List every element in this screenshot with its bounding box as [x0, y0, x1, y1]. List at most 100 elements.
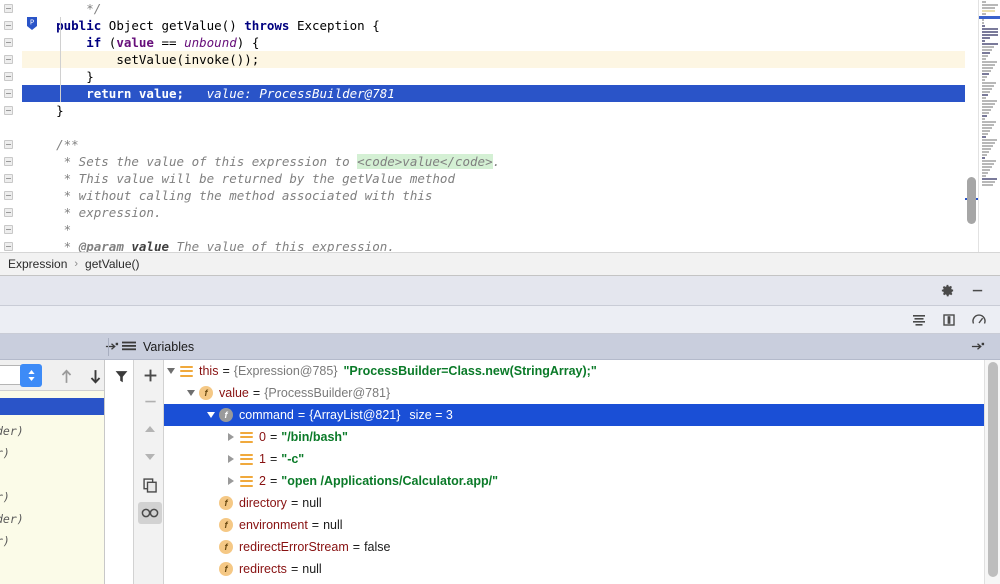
minimap-line [982, 133, 988, 135]
gutter-fold-icon[interactable] [4, 208, 13, 217]
overlapping-popup-panel[interactable]: der) r) r) der) r) [0, 360, 105, 584]
popup-list-item[interactable]: r) [0, 446, 10, 460]
table-row[interactable]: fdirectory=null [164, 492, 984, 514]
popup-list-item[interactable]: r) [0, 534, 10, 548]
arrow-down-icon[interactable] [84, 365, 106, 387]
gutter-fold-icon[interactable] [4, 21, 13, 30]
minimap-line [982, 184, 993, 186]
variables-scrollbar[interactable] [984, 360, 1000, 584]
tab-variables[interactable]: Variables [118, 334, 206, 360]
gutter-fold-icon[interactable] [4, 55, 13, 64]
minimap-line [982, 76, 987, 78]
table-row[interactable]: fvalue={ProcessBuilder@781} [164, 382, 984, 404]
gutter-fold-icon[interactable] [4, 225, 13, 234]
indent-guide [60, 17, 61, 102]
layout-settings-icon[interactable] [908, 309, 930, 331]
memory-gauge-icon[interactable] [968, 309, 990, 331]
code-line[interactable]: * This value will be returned by the get… [22, 170, 965, 187]
code-token: * expression. [56, 205, 161, 220]
chevron-right-icon[interactable] [224, 470, 238, 492]
chevron-down-icon[interactable] [184, 382, 198, 404]
code-line[interactable]: } [22, 102, 965, 119]
code-line[interactable]: * expression. [22, 204, 965, 221]
code-line[interactable]: } [22, 68, 965, 85]
code-line[interactable]: setValue(invoke()); [22, 51, 965, 68]
minimap-line [982, 46, 994, 48]
minimap-line [982, 175, 986, 177]
gutter-fold-icon[interactable] [4, 38, 13, 47]
breadcrumb-leaf[interactable]: getValue() [85, 257, 139, 271]
chevron-down-icon[interactable] [164, 360, 178, 382]
popup-list-item[interactable]: der) [0, 512, 24, 526]
code-editor[interactable]: */ public Object getValue() throws Excep… [0, 0, 1000, 252]
gutter-fold-icon[interactable] [4, 72, 13, 81]
table-row[interactable]: fredirects=null [164, 558, 984, 580]
code-line[interactable]: */ [22, 0, 965, 17]
code-token: setValue(invoke()); [116, 52, 259, 67]
code-token: ) { [237, 35, 260, 50]
code-line[interactable]: * Sets the value of this expression to <… [22, 153, 965, 170]
editor-minimap[interactable] [978, 0, 1000, 252]
code-line[interactable]: public Object getValue() throws Exceptio… [22, 17, 965, 34]
chevron-right-icon[interactable] [224, 448, 238, 470]
debug-toolbar-primary [0, 276, 1000, 306]
pin-tab-icon[interactable] [966, 336, 988, 358]
arrow-up-icon[interactable] [55, 365, 77, 387]
table-row[interactable]: 0="/bin/bash" [164, 426, 984, 448]
minimap-line [982, 7, 995, 9]
editor-gutter[interactable] [0, 0, 22, 252]
variables-tree[interactable]: this={Expression@785}"ProcessBuilder=Cla… [164, 360, 984, 584]
table-row[interactable]: fcommand={ArrayList@821}size = 3 [164, 404, 984, 426]
equals-sign: = [253, 386, 260, 400]
move-up-icon[interactable] [138, 418, 162, 440]
watches-icon[interactable] [138, 502, 162, 524]
gutter-fold-icon[interactable] [4, 157, 13, 166]
code-line[interactable]: if (value == unbound) { [22, 34, 965, 51]
minimize-icon[interactable] [966, 280, 988, 302]
code-line[interactable]: * without calling the method associated … [22, 187, 965, 204]
split-pane-icon[interactable] [938, 309, 960, 331]
editor-scrollbar-thumb[interactable] [967, 177, 976, 224]
move-down-icon[interactable] [138, 446, 162, 468]
gutter-fold-icon[interactable] [4, 242, 13, 251]
gutter-fold-icon[interactable] [4, 89, 13, 98]
minimap-line [982, 100, 997, 102]
gutter-fold-icon[interactable] [4, 106, 13, 115]
code-line[interactable]: return value; value: ProcessBuilder@781 [22, 85, 965, 102]
table-row[interactable]: fredirectErrorStream=false [164, 536, 984, 558]
stepper-updown-icon[interactable] [20, 364, 42, 387]
gutter-fold-icon[interactable] [4, 174, 13, 183]
popup-list-item[interactable]: der) [0, 424, 24, 438]
code-line[interactable]: /** [22, 136, 965, 153]
minimap-line [982, 64, 995, 66]
table-row[interactable]: fenvironment=null [164, 514, 984, 536]
editor-scrollbar[interactable] [965, 0, 978, 252]
variable-name: directory [239, 496, 287, 510]
copy-icon[interactable] [138, 474, 162, 496]
chevron-down-icon[interactable] [204, 404, 218, 426]
table-row[interactable]: 2="open /Applications/Calculator.app/" [164, 470, 984, 492]
table-row[interactable]: 1="-c" [164, 448, 984, 470]
gear-icon[interactable] [936, 280, 958, 302]
bookmark-marker[interactable]: P [27, 17, 37, 30]
filter-funnel-icon[interactable] [110, 365, 132, 387]
minimap-line [982, 118, 985, 120]
breadcrumb-root[interactable]: Expression [8, 257, 67, 271]
code-line[interactable]: * [22, 221, 965, 238]
add-watch-button[interactable] [138, 364, 162, 386]
gutter-fold-icon[interactable] [4, 191, 13, 200]
table-row[interactable]: this={Expression@785}"ProcessBuilder=Cla… [164, 360, 984, 382]
variables-scrollbar-thumb[interactable] [988, 362, 998, 577]
gutter-fold-icon[interactable] [4, 140, 13, 149]
gutter-fold-icon[interactable] [4, 4, 13, 13]
equals-sign: = [312, 518, 319, 532]
minimap-line [982, 163, 994, 165]
code-line[interactable] [22, 119, 965, 136]
code-token: ProcessBuilder@781 [259, 86, 394, 101]
editor-code-area[interactable]: */ public Object getValue() throws Excep… [22, 0, 965, 252]
code-token: value; [139, 86, 184, 101]
remove-watch-button[interactable] [138, 390, 162, 412]
chevron-right-icon[interactable] [224, 426, 238, 448]
variable-value: "ProcessBuilder=Class.new(StringArray);" [344, 364, 597, 378]
popup-list-item[interactable]: r) [0, 490, 10, 504]
